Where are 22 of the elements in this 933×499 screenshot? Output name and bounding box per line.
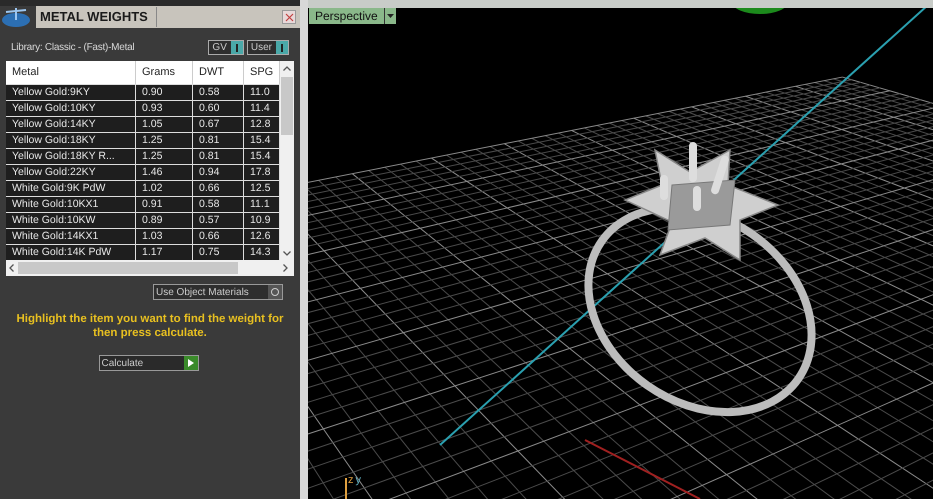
panel-title: METAL WEIGHTS [40, 7, 157, 27]
toggle-indicator [230, 41, 243, 54]
axis-line [345, 478, 347, 499]
instruction-text: Highlight the item you want to find the weight for then press calculate. [15, 312, 285, 340]
toggle-indicator [276, 41, 288, 54]
caret-icon [384, 8, 396, 24]
toggle-button[interactable]: User [246, 40, 289, 55]
library-label: Library: Classic - (Fast)-Metal [11, 41, 134, 55]
close-button[interactable] [282, 10, 296, 24]
calculate-button[interactable]: Calculate [98, 355, 198, 371]
use-object-materials-toggle[interactable]: Use Object Materials [153, 284, 283, 300]
axis-label: z [348, 473, 354, 488]
scroll-thumb[interactable] [281, 77, 293, 135]
scroll-down-icon [283, 251, 291, 256]
scroll-up-icon [283, 66, 291, 71]
toggle-button[interactable]: GV [208, 40, 244, 55]
scroll-thumb[interactable] [18, 262, 238, 274]
scroll-right-icon [283, 264, 288, 272]
play-icon [184, 356, 198, 370]
view-menu-button[interactable]: Perspective [309, 8, 396, 24]
close-icon [284, 12, 294, 22]
scroll-left-icon [9, 264, 14, 272]
